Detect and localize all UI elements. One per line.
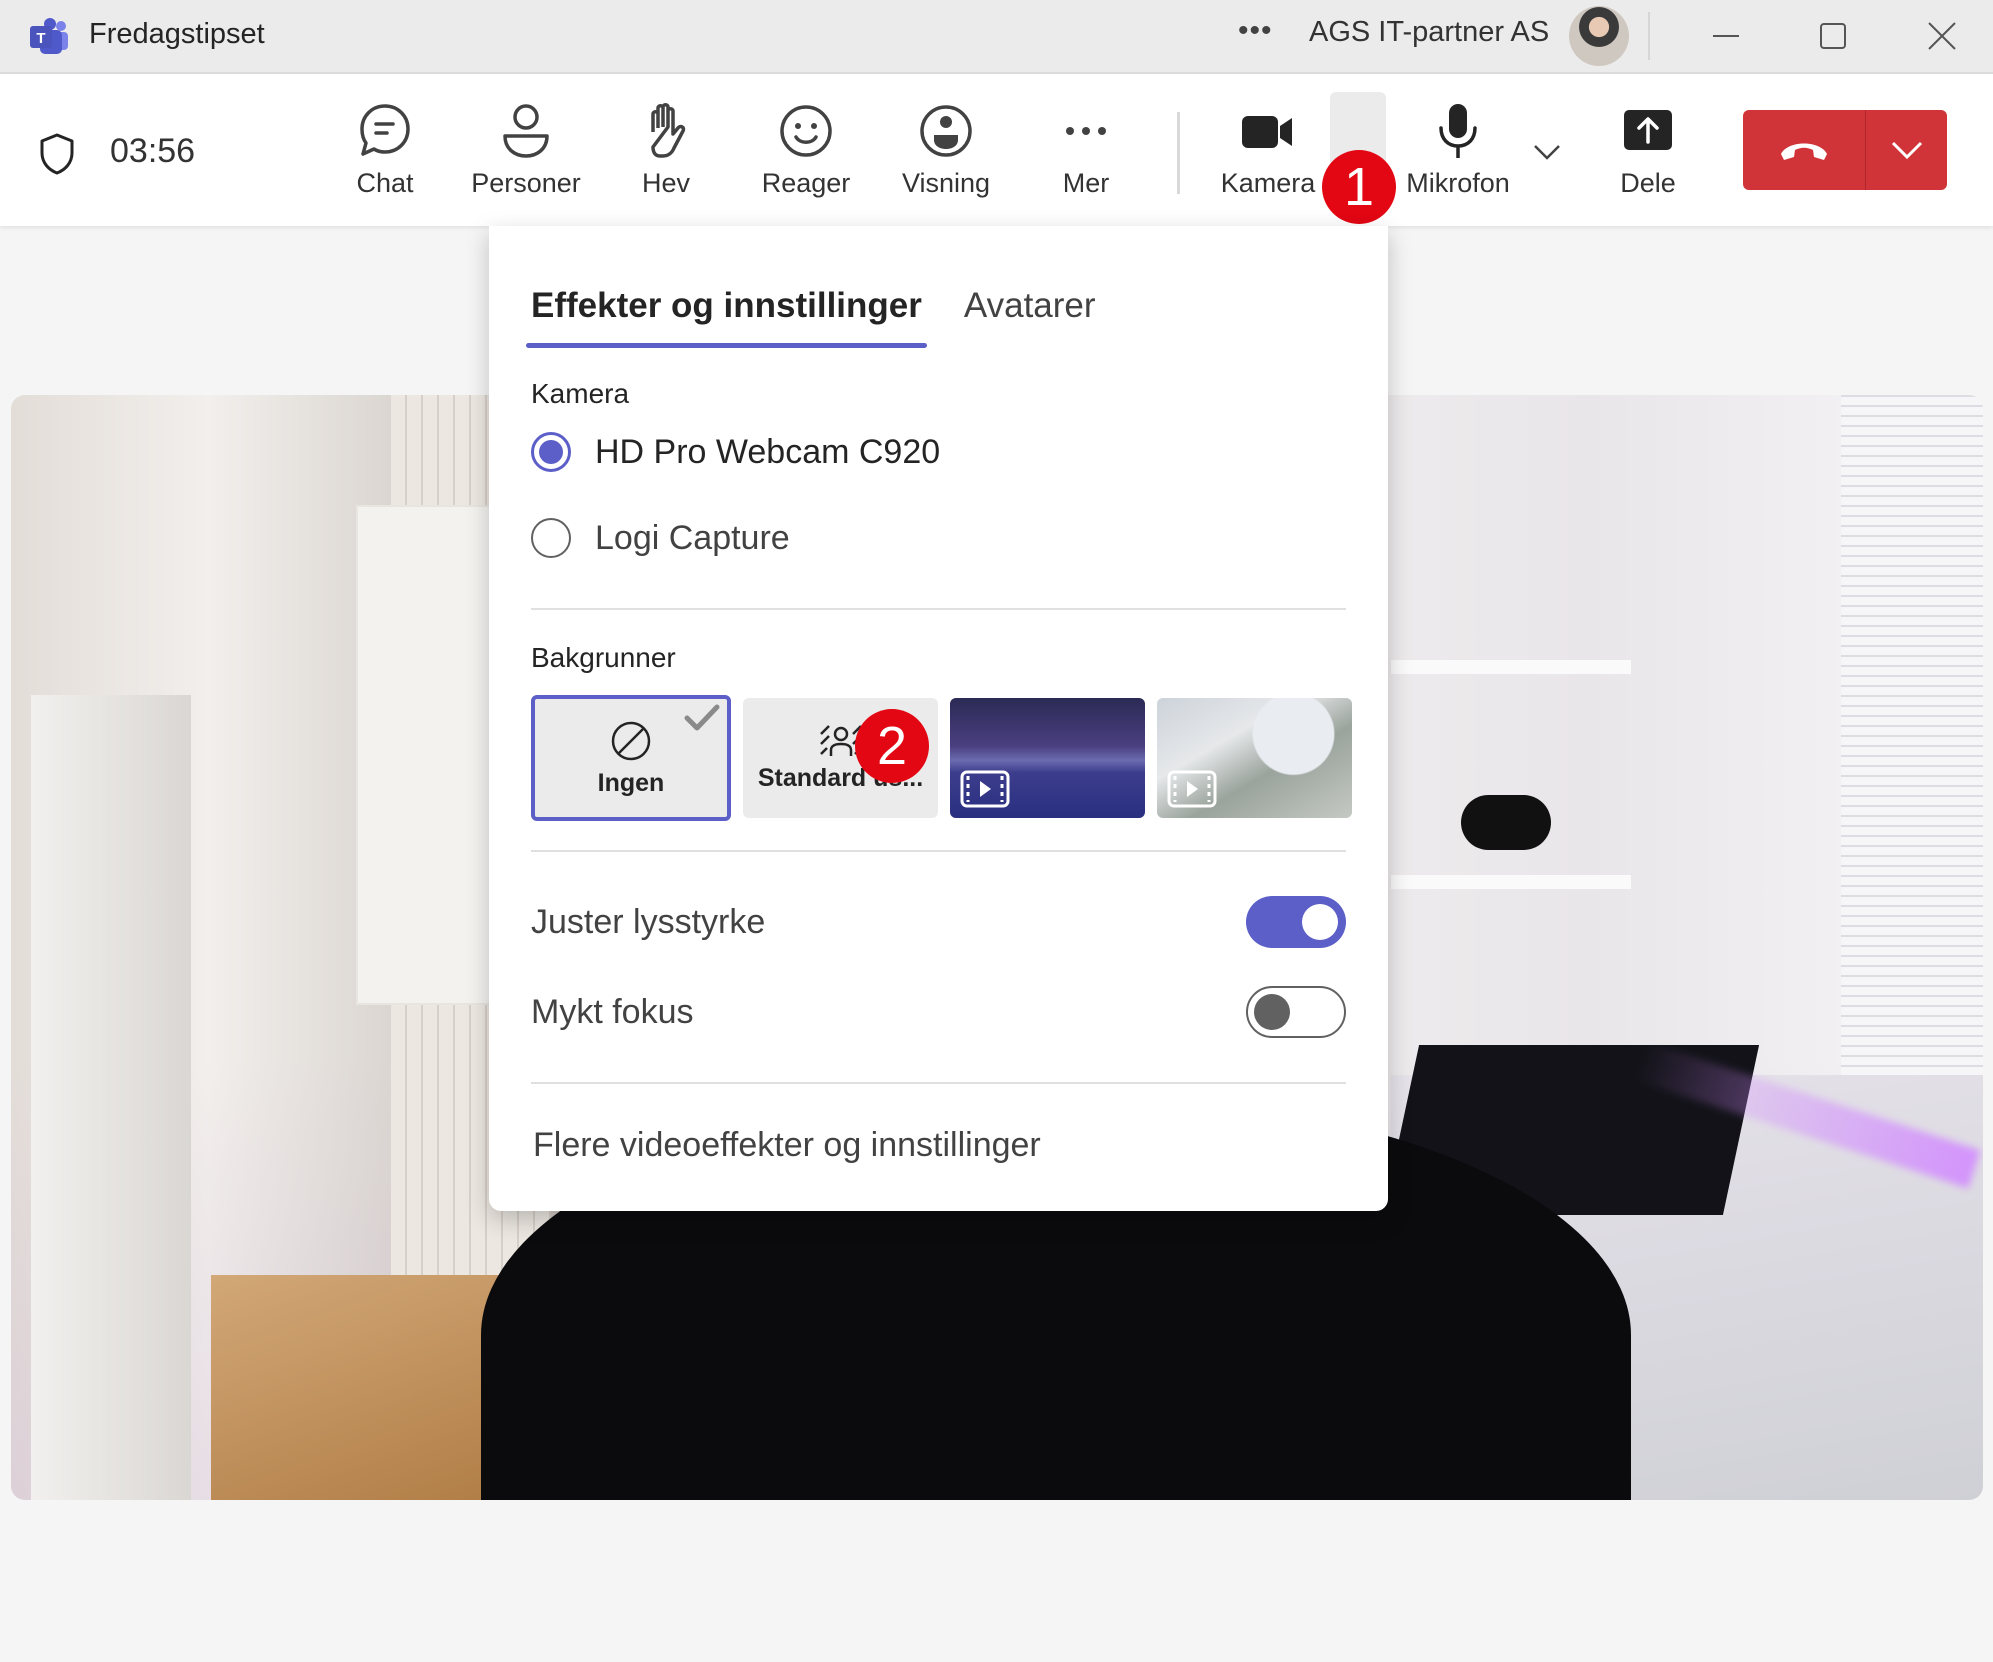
share-button[interactable]: Dele: [1588, 102, 1708, 206]
leave-options-button[interactable]: [1866, 110, 1947, 190]
camera-option-label: Logi Capture: [595, 518, 790, 557]
app-title: Fredagstipset: [89, 18, 265, 50]
more-options-button[interactable]: •••: [1238, 14, 1273, 48]
soft-focus-toggle[interactable]: [1246, 986, 1346, 1038]
react-label: Reager: [761, 168, 851, 198]
background-tile-label: Ingen: [597, 768, 665, 797]
radio-unselected[interactable]: [531, 518, 571, 558]
smiley-icon: [780, 105, 832, 157]
microphone-options-chevron-icon[interactable]: [1530, 132, 1564, 172]
chat-icon: [360, 104, 410, 156]
annotation-badge-1: 1: [1322, 150, 1396, 224]
video-effects-popup: Effekter og innstillinger Avatarer Kamer…: [489, 226, 1388, 1211]
more-button[interactable]: Mer: [1026, 102, 1146, 206]
svg-text:T: T: [36, 30, 45, 47]
title-bar: T Fredagstipset ••• AGS IT-partner AS: [0, 0, 1993, 74]
more-video-effects-link[interactable]: Flere videoeffekter og innstillinger: [533, 1126, 1041, 1165]
camera-label: Kamera: [1220, 168, 1316, 198]
toolbar-divider: [1177, 112, 1180, 194]
video-icon: [960, 770, 1010, 808]
close-icon: [1928, 22, 1956, 50]
soft-focus-label: Mykt fokus: [531, 992, 694, 1031]
more-icon: [1066, 127, 1106, 135]
user-avatar[interactable]: [1569, 6, 1629, 66]
shield-icon: [40, 133, 74, 175]
radio-selected[interactable]: [531, 432, 571, 472]
video-shelf: [1391, 660, 1631, 674]
view-label: Visning: [901, 168, 991, 198]
view-button[interactable]: Visning: [886, 102, 1006, 206]
meeting-timer: 03:56: [110, 132, 196, 170]
background-tile-snowy-landscape[interactable]: [1157, 698, 1352, 818]
microphone-icon: [1439, 104, 1477, 158]
section-divider: [531, 608, 1346, 610]
title-divider: [1648, 12, 1650, 60]
react-button[interactable]: Reager: [746, 102, 866, 206]
camera-option-logi-capture[interactable]: Logi Capture: [531, 518, 790, 558]
soft-focus-setting: Mykt fokus: [531, 986, 1346, 1038]
share-label: Dele: [1620, 168, 1676, 198]
leave-call-button[interactable]: [1743, 110, 1947, 190]
share-icon: [1624, 110, 1672, 150]
video-door: [31, 695, 191, 1500]
tab-avatars[interactable]: Avatarer: [964, 286, 1096, 348]
tab-effects-settings[interactable]: Effekter og innstillinger: [526, 286, 927, 348]
camera-button[interactable]: Kamera: [1208, 102, 1328, 206]
raise-hand-button[interactable]: Hev: [606, 102, 726, 206]
people-label: Personer: [471, 168, 581, 198]
microphone-button[interactable]: Mikrofon: [1398, 102, 1518, 206]
video-shelf: [1391, 875, 1631, 889]
meeting-toolbar: 03:56 Chat Personer Hev Reager Visning M…: [0, 74, 1993, 226]
background-tiles: Ingen Standard us...: [531, 695, 1352, 821]
section-divider: [531, 850, 1346, 852]
backgrounds-section-label: Bakgrunner: [531, 642, 676, 673]
brightness-setting: Juster lysstyrke: [531, 896, 1346, 948]
chat-label: Chat: [356, 168, 414, 198]
chat-button[interactable]: Chat: [325, 102, 445, 206]
none-icon: [611, 721, 651, 760]
brightness-toggle[interactable]: [1246, 896, 1346, 948]
hang-up-icon: [1781, 143, 1827, 160]
background-tile-none[interactable]: Ingen: [531, 695, 731, 821]
annotation-badge-2: 2: [855, 709, 929, 783]
microphone-label: Mikrofon: [1406, 168, 1510, 198]
section-divider: [531, 1082, 1346, 1084]
organization-name[interactable]: AGS IT-partner AS: [1309, 16, 1549, 49]
raise-hand-icon: [651, 103, 686, 158]
view-icon: [920, 105, 972, 157]
background-tile-mountain-night[interactable]: [950, 698, 1145, 818]
chevron-down-icon: [1891, 141, 1922, 160]
camera-section-label: Kamera: [531, 378, 630, 409]
more-label: Mer: [1062, 168, 1110, 198]
maximize-button[interactable]: [1803, 12, 1863, 60]
camera-option-hd-pro-webcam[interactable]: HD Pro Webcam C920: [531, 432, 940, 472]
hang-up-button[interactable]: [1743, 110, 1866, 190]
video-icon: [1167, 770, 1217, 808]
camera-icon: [1242, 116, 1292, 148]
minimize-icon: [1713, 35, 1739, 37]
teams-logo-icon: T: [30, 18, 68, 54]
maximize-icon: [1820, 23, 1846, 49]
people-button[interactable]: Personer: [466, 102, 586, 206]
raise-hand-label: Hev: [641, 168, 690, 198]
close-button[interactable]: [1912, 12, 1972, 60]
checkmark-icon: [684, 704, 720, 731]
popup-tabs: Effekter og innstillinger Avatarer: [526, 286, 1096, 348]
camera-option-label: HD Pro Webcam C920: [595, 432, 941, 471]
brightness-label: Juster lysstyrke: [531, 902, 766, 941]
minimize-button[interactable]: [1696, 12, 1756, 60]
video-gamepad: [1461, 795, 1551, 850]
people-icon: [503, 104, 549, 158]
